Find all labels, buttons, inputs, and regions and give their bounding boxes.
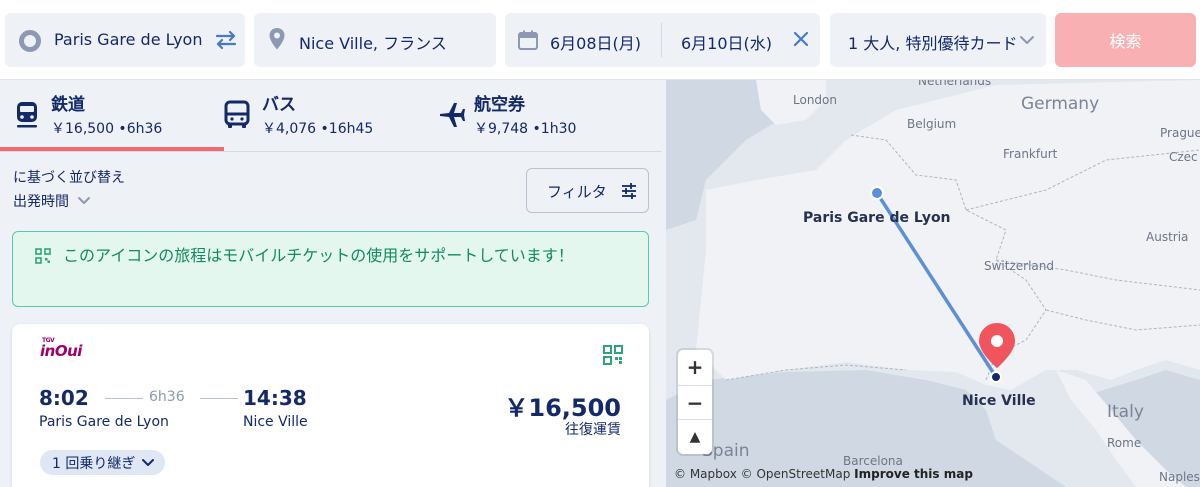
zoom-in-button[interactable]: +: [678, 350, 712, 384]
trip-duration: 6h36: [149, 389, 185, 405]
map-basemap: [666, 80, 1200, 487]
route-map[interactable]: Netherlands London Germany Belgium Pragu…: [666, 80, 1200, 487]
date-field[interactable]: 6月08日(月) 6月10日(水): [505, 13, 820, 67]
bus-icon: [224, 100, 250, 128]
sort-dropdown[interactable]: 出発時間: [13, 191, 91, 211]
result-card[interactable]: TGV inOui 8:02 6h36 14:38 Paris Gare de …: [12, 324, 649, 487]
calendar-icon: [518, 30, 538, 50]
sort-label: に基づく並び替え: [13, 170, 125, 186]
map-label-barcelona: Barcelona: [843, 454, 903, 468]
arrival-time: 14:38: [243, 386, 307, 410]
map-label-rome: Rome: [1107, 436, 1142, 450]
tab-flight[interactable]: 航空券 ￥9,748 •1h30: [432, 80, 652, 152]
transfers-toggle[interactable]: 1 回乗り継ぎ: [40, 450, 166, 475]
train-icon: [17, 102, 37, 128]
search-bar: Paris Gare de Lyon Nice Ville, フランス 6月08…: [0, 0, 1200, 80]
map-label-destination: Nice Ville: [962, 393, 1036, 409]
return-date[interactable]: 6月10日(水): [681, 30, 772, 54]
results-panel: 鉄道 ￥16,500 •6h36 バス ￥4,076 •16h45 航空券 ￥9…: [0, 80, 662, 487]
improve-map-link[interactable]: Improve this map: [854, 467, 973, 481]
operator-logo-small: TGV: [42, 337, 55, 344]
map-label-austria: Austria: [1146, 230, 1189, 244]
tab-flight-label: 航空券: [474, 95, 525, 115]
chevron-down-icon: [78, 197, 90, 204]
chevron-down-icon: [1020, 36, 1034, 44]
origin-dot-icon: [19, 30, 41, 52]
map-label-italy: Italy: [1107, 402, 1144, 422]
tab-bus[interactable]: バス ￥4,076 •16h45: [224, 80, 432, 152]
price-note: 往復運賃: [565, 422, 621, 438]
plane-icon: [440, 103, 465, 127]
origin-marker: [870, 186, 884, 200]
map-label-frankfurt: Frankfurt: [1003, 147, 1058, 161]
notice-message: このアイコンの旅程はモバイルチケットの使用をサポートしています！: [63, 246, 574, 265]
filter-button[interactable]: フィルタ: [526, 168, 649, 213]
operator-logo: TGV inOui: [40, 337, 82, 360]
origin-field[interactable]: Paris Gare de Lyon: [5, 13, 245, 67]
search-button[interactable]: 検索: [1055, 13, 1196, 67]
destination-text: Nice Ville, フランス: [299, 34, 447, 53]
map-label-prague: Prague: [1160, 126, 1200, 140]
transfers-label: 1 回乗り継ぎ: [52, 455, 136, 472]
compass-button[interactable]: ▲: [678, 419, 712, 453]
tab-bus-meta: ￥4,076 •16h45: [262, 121, 374, 137]
tab-train-meta: ￥16,500 •6h36: [51, 121, 163, 137]
qr-code-icon: [603, 345, 623, 365]
mobile-ticket-notice: このアイコンの旅程はモバイルチケットの使用をサポートしています！: [12, 231, 649, 307]
qr-code-icon: [35, 248, 51, 264]
passengers-text: 1 大人, 特別優待カード: [848, 34, 1018, 53]
map-label-switzerland: Switzerland: [984, 259, 1054, 273]
filter-label: フィルタ: [547, 183, 607, 201]
tab-flight-meta: ￥9,748 •1h30: [474, 121, 577, 137]
outbound-date[interactable]: 6月08日(月): [550, 30, 641, 54]
price: ￥16,500: [504, 394, 621, 422]
attribution-osm[interactable]: © OpenStreetMap: [741, 467, 851, 481]
clear-return-date-icon[interactable]: [791, 29, 811, 49]
map-label-naples: Naples: [1159, 470, 1200, 484]
departure-time: 8:02: [39, 386, 89, 410]
map-label-netherlands: Netherlands: [918, 80, 992, 88]
destination-marker: [990, 371, 1002, 383]
date-divider: [661, 23, 662, 57]
map-label-belgium: Belgium: [907, 117, 957, 131]
active-tab-indicator: [0, 147, 224, 151]
chevron-down-icon: [142, 458, 155, 466]
tab-train[interactable]: 鉄道 ￥16,500 •6h36: [0, 80, 224, 152]
tab-train-label: 鉄道: [51, 95, 85, 115]
map-label-germany: Germany: [1021, 94, 1100, 114]
departure-station: Paris Gare de Lyon: [39, 414, 169, 430]
arrival-station: Nice Ville: [243, 414, 308, 430]
attribution-mapbox[interactable]: © Mapbox: [674, 467, 737, 481]
map-label-czech: Czec: [1169, 150, 1198, 164]
zoom-out-button[interactable]: −: [678, 385, 712, 419]
tab-bus-label: バス: [262, 95, 296, 115]
sliders-icon: [622, 183, 636, 199]
duration-line: [200, 398, 238, 399]
map-attribution: © Mapbox © OpenStreetMap Improve this ma…: [674, 467, 973, 481]
transport-tabs: 鉄道 ￥16,500 •6h36 バス ￥4,076 •16h45 航空券 ￥9…: [0, 80, 662, 152]
zoom-controls: + − ▲: [678, 350, 712, 454]
swap-icon[interactable]: [212, 26, 240, 54]
duration-line: [105, 398, 143, 399]
origin-text: Paris Gare de Lyon: [54, 30, 203, 49]
map-label-london: London: [793, 93, 837, 107]
destination-field[interactable]: Nice Ville, フランス: [254, 13, 496, 67]
map-label-origin: Paris Gare de Lyon: [803, 210, 951, 226]
operator-name: inOui: [40, 342, 82, 360]
passengers-field[interactable]: 1 大人, 特別優待カード: [830, 13, 1046, 67]
location-pin-icon: [269, 28, 285, 50]
sort-value: 出発時間: [13, 194, 69, 210]
